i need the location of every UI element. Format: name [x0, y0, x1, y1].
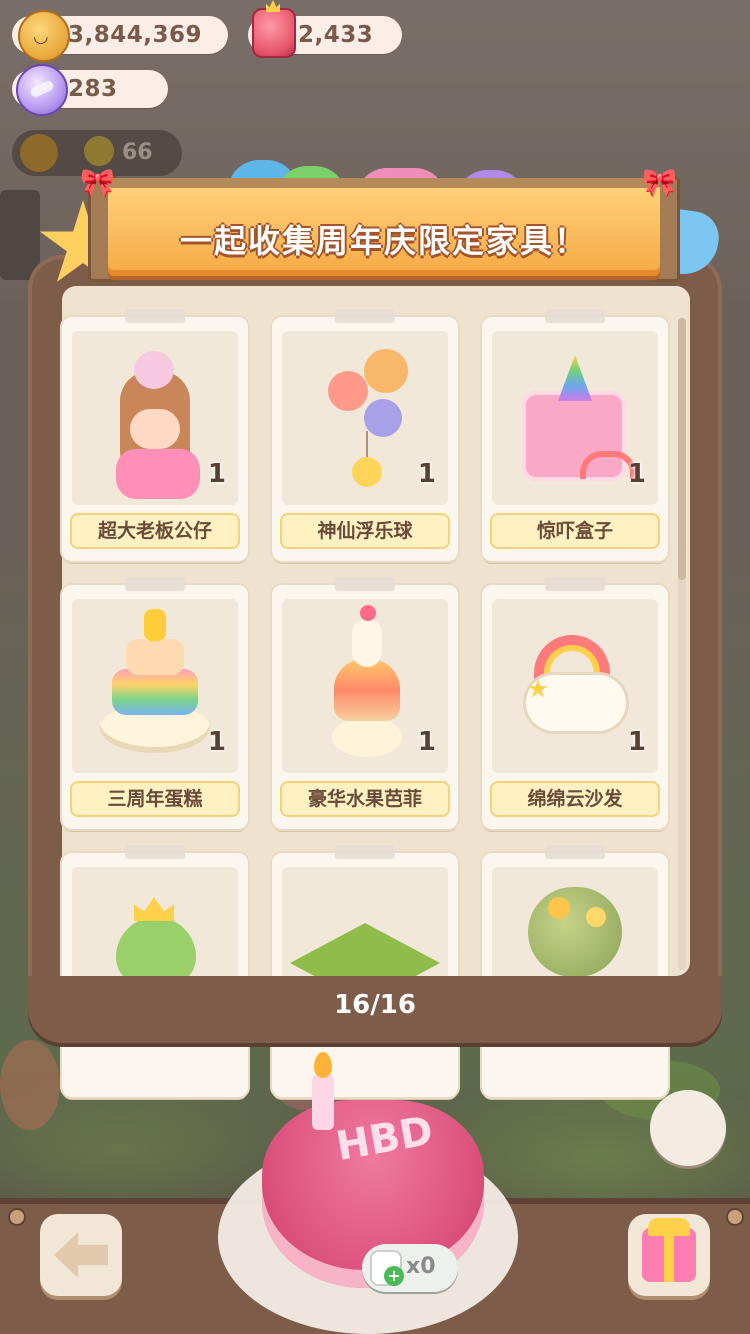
item-quantity: 1	[207, 727, 226, 757]
background-shelf	[0, 190, 40, 280]
item-quantity: 1	[417, 459, 436, 489]
rivet-decoration	[726, 1208, 744, 1226]
item-quantity: 1	[627, 459, 646, 489]
item-quantity: 1	[627, 727, 646, 757]
parfait-cream	[352, 619, 382, 667]
tape-decoration	[335, 845, 395, 859]
rivet-decoration	[8, 1208, 26, 1226]
title-banner: 一起收集周年庆限定家具！	[80, 166, 680, 286]
number-three-candle	[144, 609, 166, 641]
plush-dress	[116, 449, 200, 499]
tape-decoration	[545, 845, 605, 859]
parfait-base	[332, 717, 402, 757]
gift-button[interactable]	[628, 1214, 710, 1296]
bush-icon	[528, 887, 622, 977]
item-quantity: 1	[207, 459, 226, 489]
page-counter: 16/16	[334, 990, 416, 1020]
tape-decoration	[335, 577, 395, 591]
flower-icon	[586, 907, 606, 927]
party-hat-icon	[558, 355, 592, 401]
tape-decoration	[125, 577, 185, 591]
parfait-glass	[334, 659, 400, 721]
item-card-super-boss-plush[interactable]: 1 超大老板公仔	[62, 309, 248, 561]
bow-icon	[636, 166, 680, 199]
tape-decoration	[125, 309, 185, 323]
balloon-icon	[364, 399, 402, 437]
cake-tier	[126, 639, 184, 675]
gear-icon	[20, 134, 58, 172]
candy-icon	[16, 64, 68, 116]
bow-icon	[74, 166, 118, 199]
gem-counter[interactable]: 2,433	[248, 8, 402, 58]
item-card-anniversary-cake[interactable]: 1 三周年蛋糕	[62, 577, 248, 829]
coin-value: 3,844,369	[68, 22, 202, 48]
chick-icon	[84, 136, 114, 166]
cake-tier	[112, 669, 198, 715]
gem-value: 2,433	[298, 22, 374, 48]
item-name: 惊吓盒子	[490, 513, 660, 549]
cloud-icon	[526, 675, 626, 731]
tape-decoration	[545, 577, 605, 591]
item-card-cloud-sofa[interactable]: 1 绵绵云沙发	[482, 577, 668, 829]
balloon-icon	[328, 371, 368, 411]
coin-counter[interactable]: 3,844,369	[12, 10, 228, 62]
gem-icon	[252, 8, 296, 58]
background-decoration	[0, 1040, 60, 1130]
item-card-frog[interactable]	[62, 845, 248, 1097]
flower-icon	[548, 897, 570, 919]
grid-scrollbar-thumb[interactable]	[678, 318, 686, 580]
flame-icon	[314, 1052, 332, 1078]
tape-decoration	[335, 309, 395, 323]
item-name: 绵绵云沙发	[490, 781, 660, 817]
crown-icon	[134, 897, 174, 921]
balloon-icon	[364, 349, 408, 393]
cake-count-value: x0	[406, 1254, 436, 1279]
item-name: 神仙浮乐球	[280, 513, 450, 549]
plus-icon: +	[384, 1266, 404, 1286]
plush-face	[130, 409, 180, 449]
plush-hat	[134, 351, 174, 389]
item-card-fruit-parfait[interactable]: 1 豪华水果芭菲	[272, 577, 458, 829]
item-card-grass-tile[interactable]	[272, 845, 458, 1097]
back-arrow-icon	[54, 1232, 108, 1278]
item-card-surprise-box[interactable]: 1 惊吓盒子	[482, 309, 668, 561]
tape-decoration	[545, 309, 605, 323]
back-button[interactable]	[40, 1214, 122, 1296]
item-quantity: 1	[417, 727, 436, 757]
banner-title: 一起收集周年庆限定家具！	[179, 222, 588, 260]
background-hud-value: 66	[122, 140, 153, 165]
heart-icon	[360, 605, 376, 621]
chick-icon	[352, 457, 382, 487]
chat-bubble-button[interactable]	[650, 1090, 726, 1166]
item-name: 豪华水果芭菲	[280, 781, 450, 817]
item-name: 三周年蛋糕	[70, 781, 240, 817]
item-card-flower-bush[interactable]	[482, 845, 668, 1097]
candle-icon	[312, 1074, 334, 1130]
candy-counter[interactable]: 283	[12, 64, 168, 116]
coin-icon	[18, 10, 70, 62]
cake-item-counter[interactable]: + x0	[362, 1244, 458, 1292]
candy-value: 283	[68, 76, 118, 102]
item-card-fairy-balloons[interactable]: 1 神仙浮乐球	[272, 309, 458, 561]
item-name: 超大老板公仔	[70, 513, 240, 549]
tape-decoration	[125, 845, 185, 859]
gift-icon	[642, 1218, 696, 1282]
